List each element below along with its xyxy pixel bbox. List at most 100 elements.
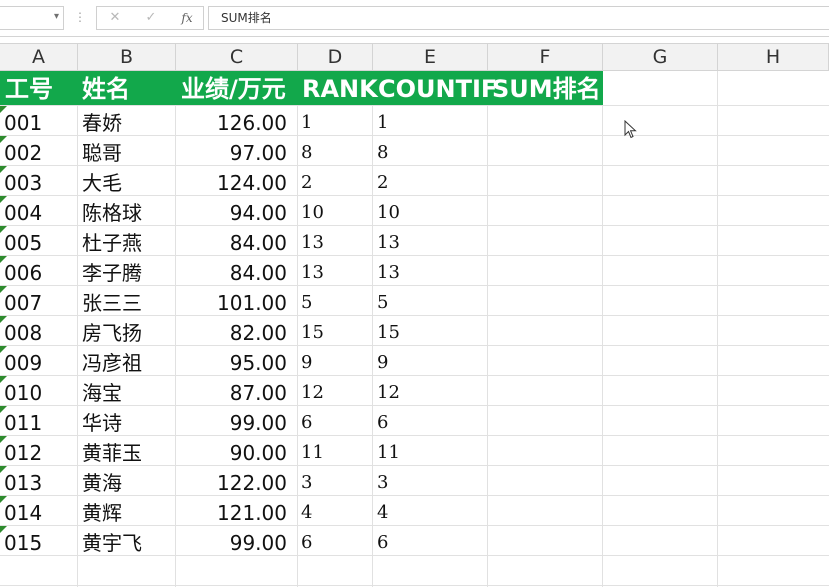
column-header-h[interactable]: H	[718, 44, 829, 71]
cell-countif[interactable]: 6	[377, 407, 485, 437]
formula-input[interactable]: SUM排名	[208, 6, 829, 30]
column-header-f[interactable]: F	[488, 44, 603, 71]
cell-name[interactable]: 聪哥	[82, 137, 174, 167]
cancel-icon[interactable]: ✕	[103, 9, 127, 27]
cell-countif[interactable]: 15	[377, 317, 485, 347]
gridline-vertical	[602, 71, 603, 587]
cell-rank[interactable]: 13	[301, 227, 371, 257]
cell-countif[interactable]: 10	[377, 197, 485, 227]
cell-id[interactable]: 014	[4, 497, 76, 527]
cell-performance[interactable]: 84.00	[180, 257, 287, 287]
cell-performance[interactable]: 121.00	[180, 497, 287, 527]
cell-rank[interactable]: 6	[301, 527, 371, 557]
cell-rank[interactable]: 1	[301, 107, 371, 137]
header-cell-sum-rank[interactable]: SUM排名	[492, 71, 601, 105]
cell-id[interactable]: 005	[4, 227, 76, 257]
cell-name[interactable]: 陈格球	[82, 197, 174, 227]
cell-countif[interactable]: 8	[377, 137, 485, 167]
cell-id[interactable]: 001	[4, 107, 76, 137]
header-cell-countif[interactable]: COUNTIF	[378, 71, 497, 105]
cell-rank[interactable]: 12	[301, 377, 371, 407]
cell-countif[interactable]: 9	[377, 347, 485, 377]
cell-performance[interactable]: 87.00	[180, 377, 287, 407]
confirm-icon[interactable]: ✓	[139, 9, 163, 27]
cell-name[interactable]: 黄宇飞	[82, 527, 174, 557]
cell-performance[interactable]: 82.00	[180, 317, 287, 347]
header-cell-rank[interactable]: RANK	[302, 71, 378, 105]
cell-performance[interactable]: 94.00	[180, 197, 287, 227]
cell-rank[interactable]: 3	[301, 467, 371, 497]
cell-name[interactable]: 黄辉	[82, 497, 174, 527]
cell-name[interactable]: 黄海	[82, 467, 174, 497]
cell-id[interactable]: 007	[4, 287, 76, 317]
cell-countif[interactable]: 5	[377, 287, 485, 317]
column-header-c[interactable]: C	[176, 44, 298, 71]
cell-performance[interactable]: 90.00	[180, 437, 287, 467]
column-header-d[interactable]: D	[298, 44, 373, 71]
cell-id[interactable]: 008	[4, 317, 76, 347]
cell-countif[interactable]: 13	[377, 227, 485, 257]
cell-name[interactable]: 冯彦祖	[82, 347, 174, 377]
gridline-vertical	[297, 71, 298, 587]
cell-countif[interactable]: 12	[377, 377, 485, 407]
header-cell-name[interactable]: 姓名	[82, 71, 130, 105]
cell-id[interactable]: 010	[4, 377, 76, 407]
column-header-a[interactable]: A	[0, 44, 78, 71]
cell-name[interactable]: 房飞扬	[82, 317, 174, 347]
insert-function-icon[interactable]: fx	[175, 9, 199, 27]
cell-id[interactable]: 013	[4, 467, 76, 497]
cell-rank[interactable]: 5	[301, 287, 371, 317]
cell-id[interactable]: 009	[4, 347, 76, 377]
cell-rank[interactable]: 10	[301, 197, 371, 227]
header-cell-performance[interactable]: 业绩/万元	[181, 71, 286, 105]
cell-performance[interactable]: 124.00	[180, 167, 287, 197]
cell-performance[interactable]: 99.00	[180, 527, 287, 557]
name-box[interactable]: ▾	[0, 6, 64, 30]
cell-countif[interactable]: 4	[377, 497, 485, 527]
sheet-grid[interactable]: 工号 姓名 业绩/万元 RANK COUNTIF SUM排名 001 春娇 126.…	[0, 71, 829, 587]
cell-rank[interactable]: 6	[301, 407, 371, 437]
gridline-vertical	[487, 71, 488, 587]
column-header-b[interactable]: B	[78, 44, 176, 71]
cell-id[interactable]: 015	[4, 527, 76, 557]
cell-id[interactable]: 012	[4, 437, 76, 467]
cell-performance[interactable]: 122.00	[180, 467, 287, 497]
cell-name[interactable]: 华诗	[82, 407, 174, 437]
cell-countif[interactable]: 1	[377, 107, 485, 137]
header-cell-id[interactable]: 工号	[5, 71, 53, 105]
cell-performance[interactable]: 97.00	[180, 137, 287, 167]
cell-countif[interactable]: 11	[377, 437, 485, 467]
cell-rank[interactable]: 11	[301, 437, 371, 467]
column-header-g[interactable]: G	[603, 44, 718, 71]
cell-name[interactable]: 李子腾	[82, 257, 174, 287]
cell-name[interactable]: 海宝	[82, 377, 174, 407]
cell-name[interactable]: 黄菲玉	[82, 437, 174, 467]
cell-rank[interactable]: 2	[301, 167, 371, 197]
cell-rank[interactable]: 8	[301, 137, 371, 167]
chevron-down-icon[interactable]: ▾	[54, 11, 59, 22]
cell-rank[interactable]: 13	[301, 257, 371, 287]
cell-id[interactable]: 006	[4, 257, 76, 287]
cell-countif[interactable]: 6	[377, 527, 485, 557]
cell-countif[interactable]: 3	[377, 467, 485, 497]
cell-name[interactable]: 杜子燕	[82, 227, 174, 257]
cell-performance[interactable]: 99.00	[180, 407, 287, 437]
cell-rank[interactable]: 15	[301, 317, 371, 347]
cell-performance[interactable]: 95.00	[180, 347, 287, 377]
cell-performance[interactable]: 126.00	[180, 107, 287, 137]
cell-performance[interactable]: 84.00	[180, 227, 287, 257]
cell-rank[interactable]: 4	[301, 497, 371, 527]
column-header-e[interactable]: E	[373, 44, 488, 71]
cell-performance[interactable]: 101.00	[180, 287, 287, 317]
cell-rank[interactable]: 9	[301, 347, 371, 377]
cell-countif[interactable]: 2	[377, 167, 485, 197]
cell-name[interactable]: 张三三	[82, 287, 174, 317]
cell-id[interactable]: 002	[4, 137, 76, 167]
cell-id[interactable]: 003	[4, 167, 76, 197]
formula-bar: ▾ ⋮ ✕ ✓ fx SUM排名	[0, 0, 829, 37]
cell-name[interactable]: 大毛	[82, 167, 174, 197]
cell-countif[interactable]: 13	[377, 257, 485, 287]
cell-id[interactable]: 004	[4, 197, 76, 227]
cell-name[interactable]: 春娇	[82, 107, 174, 137]
cell-id[interactable]: 011	[4, 407, 76, 437]
